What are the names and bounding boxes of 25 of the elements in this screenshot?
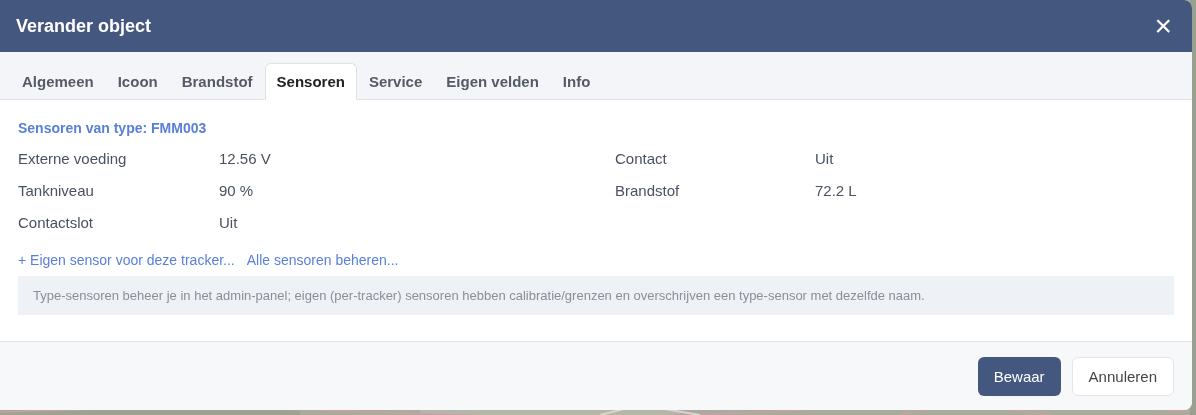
tab[interactable]: Eigen velden — [434, 63, 551, 100]
sensor-label: Externe voeding — [18, 149, 128, 167]
sensor-value: Uit — [815, 149, 835, 167]
tab[interactable]: Service — [356, 63, 435, 100]
info-note: Type-sensoren beheer je in het admin-panel; eigen (per-tracker) sensoren hebben calibratie/grenzen en overschrijven een type-sensor met dezelfde naam. — [18, 276, 1174, 315]
sensor-value: 90 % — [219, 181, 255, 199]
save-button[interactable]: Bewaar — [977, 356, 1061, 396]
sensor-label: Brandstof — [615, 181, 681, 199]
cancel-button[interactable]: Annuleren — [1071, 356, 1174, 396]
link[interactable]: Alle sensoren beheren... — [246, 252, 399, 268]
sensor-label: Tankniveau — [18, 181, 95, 199]
sensor-value: 72.2 L — [815, 181, 858, 199]
close-button[interactable]: × — [1150, 11, 1176, 41]
tab[interactable]: Icoon — [105, 63, 170, 100]
tab[interactable]: Sensoren — [264, 63, 357, 100]
sensor-value: 12.56 V — [219, 149, 272, 167]
tab[interactable]: Brandstof — [169, 63, 265, 100]
sensor-label: Contact — [615, 149, 668, 167]
tab[interactable]: Algemeen — [10, 63, 106, 100]
sensor-value: Uit — [219, 213, 239, 231]
tab[interactable]: Info — [550, 63, 603, 100]
link[interactable]: + Eigen sensor voor deze tracker... — [18, 252, 235, 268]
dialog-title: Verander object — [16, 15, 152, 37]
section-title: Sensoren van type: FMM003 — [18, 120, 208, 136]
sensor-label: Contactslot — [18, 213, 95, 231]
